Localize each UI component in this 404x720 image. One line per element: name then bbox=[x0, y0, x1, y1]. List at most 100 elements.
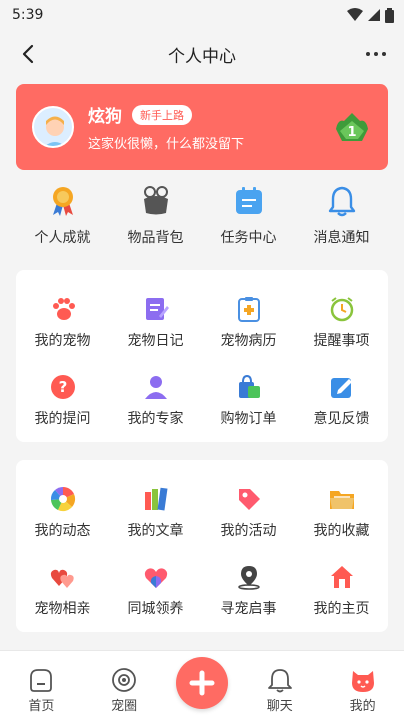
aperture-icon bbox=[50, 486, 75, 512]
menu-label: 宠物病历 bbox=[220, 333, 277, 349]
user-avatar-icon bbox=[45, 116, 65, 146]
username: 炫狗 bbox=[88, 107, 122, 127]
question-icon: ? bbox=[50, 375, 75, 399]
medical-record-icon bbox=[237, 297, 260, 322]
menu-my-pets[interactable]: 我的宠物 bbox=[16, 284, 109, 362]
wifi-icon bbox=[347, 8, 363, 21]
tab-label: 宠圈 bbox=[111, 699, 138, 714]
tab-home[interactable]: 首页 bbox=[6, 667, 76, 714]
more-button[interactable] bbox=[362, 52, 390, 56]
tab-circle[interactable]: 宠圈 bbox=[89, 667, 159, 714]
profile-card[interactable]: 炫狗 新手上路 这家伙很懒，什么都没留下 1 bbox=[16, 84, 388, 170]
status-time: 5:39 bbox=[12, 7, 44, 23]
menu-shopping-orders[interactable]: 购物订单 bbox=[202, 362, 295, 440]
cat-tab-icon bbox=[351, 671, 374, 692]
more-dot-icon bbox=[374, 52, 378, 56]
menu-label: 我的文章 bbox=[127, 523, 184, 539]
status-icons bbox=[347, 7, 394, 23]
menu-label: 我的专家 bbox=[127, 411, 184, 427]
community-card: 我的动态 我的文章 我的活动 我的收藏 宠物相亲 同城领养 寻宠启事 我的主页 bbox=[16, 460, 388, 632]
menu-label: 同城领养 bbox=[127, 601, 184, 617]
diary-icon bbox=[145, 298, 169, 320]
status-bar: 5:39 bbox=[0, 0, 404, 30]
shopping-bag-icon bbox=[238, 374, 260, 398]
bio: 这家伙很懒，什么都没留下 bbox=[88, 137, 245, 152]
menu-label: 意见反馈 bbox=[313, 411, 370, 427]
menu-label: 购物订单 bbox=[220, 411, 277, 427]
menu-label: 寻宠启事 bbox=[220, 601, 277, 617]
location-icon bbox=[237, 566, 260, 590]
tab-chat[interactable]: 聊天 bbox=[245, 667, 315, 714]
battery-icon bbox=[385, 7, 394, 23]
menu-label: 我的主页 bbox=[313, 601, 370, 617]
bag-icon bbox=[143, 186, 168, 215]
plus-icon bbox=[189, 670, 215, 696]
menu-reminders[interactable]: 提醒事项 bbox=[295, 284, 388, 362]
svg-text:?: ? bbox=[58, 378, 67, 396]
back-arrow-icon bbox=[22, 44, 34, 64]
quick-actions: 个人成就 物品背包 任务中心 消息通知 bbox=[16, 176, 388, 256]
rank-icon[interactable]: 1 bbox=[332, 107, 372, 147]
signal-icon bbox=[368, 9, 380, 21]
expert-icon bbox=[144, 376, 167, 399]
create-post-button[interactable] bbox=[176, 657, 228, 709]
menu-feedback[interactable]: 意见反馈 bbox=[295, 362, 388, 440]
back-button[interactable] bbox=[14, 40, 42, 68]
tab-label: 聊天 bbox=[266, 699, 293, 714]
menu-label: 我的收藏 bbox=[313, 523, 370, 539]
menu-pet-medical-record[interactable]: 宠物病历 bbox=[202, 284, 295, 362]
medal-icon bbox=[52, 187, 73, 216]
menu-my-posts[interactable]: 我的动态 bbox=[16, 474, 109, 552]
chat-tab-icon bbox=[267, 669, 292, 693]
home-icon bbox=[330, 566, 353, 588]
name-row: 炫狗 新手上路 bbox=[88, 102, 332, 127]
profile-info: 炫狗 新手上路 这家伙很懒，什么都没留下 bbox=[88, 102, 332, 152]
menu-my-experts[interactable]: 我的专家 bbox=[109, 362, 202, 440]
circle-tab-icon bbox=[112, 668, 137, 692]
feedback-icon bbox=[330, 378, 352, 398]
menu-local-adoption[interactable]: 同城领养 bbox=[109, 552, 202, 630]
menu-my-articles[interactable]: 我的文章 bbox=[109, 474, 202, 552]
quick-action-achievement[interactable]: 个人成就 bbox=[20, 176, 106, 256]
hearts-icon bbox=[50, 569, 74, 588]
menu-my-homepage[interactable]: 我的主页 bbox=[295, 552, 388, 630]
menu-pet-diary[interactable]: 宠物日记 bbox=[109, 284, 202, 362]
calendar-icon bbox=[235, 187, 262, 214]
page-title: 个人中心 bbox=[168, 46, 236, 67]
menu-label: 提醒事项 bbox=[313, 333, 370, 349]
menu-my-activities[interactable]: 我的活动 bbox=[202, 474, 295, 552]
menu-label: 我的活动 bbox=[220, 523, 277, 539]
paw-icon bbox=[52, 298, 75, 320]
menu-label: 宠物相亲 bbox=[34, 601, 91, 617]
quick-action-label: 个人成就 bbox=[34, 230, 91, 246]
more-dot-icon bbox=[382, 52, 386, 56]
menu-label: 我的提问 bbox=[34, 411, 91, 427]
rank-number: 1 bbox=[347, 125, 356, 140]
nav-bar: 个人中心 bbox=[0, 30, 404, 78]
quick-action-tasks[interactable]: 任务中心 bbox=[206, 176, 292, 256]
level-badge: 新手上路 bbox=[132, 104, 192, 125]
quick-action-bag[interactable]: 物品背包 bbox=[113, 176, 199, 256]
menu-my-favorites[interactable]: 我的收藏 bbox=[295, 474, 388, 552]
heart-hands-icon bbox=[144, 568, 167, 588]
tab-label: 首页 bbox=[28, 699, 55, 714]
pet-services-card: 我的宠物 宠物日记 宠物病历 提醒事项 ? 我的提问 我的专家 购物订单 意见反… bbox=[16, 270, 388, 442]
menu-label: 我的动态 bbox=[34, 523, 91, 539]
menu-my-questions[interactable]: ? 我的提问 bbox=[16, 362, 109, 440]
menu-lost-pet-notice[interactable]: 寻宠启事 bbox=[202, 552, 295, 630]
tab-label: 我的 bbox=[349, 699, 376, 714]
menu-label: 宠物日记 bbox=[127, 333, 184, 349]
quick-action-notifications[interactable]: 消息通知 bbox=[299, 176, 385, 256]
quick-action-label: 任务中心 bbox=[220, 230, 277, 246]
home-tab-icon bbox=[30, 669, 53, 692]
menu-pet-matchmaking[interactable]: 宠物相亲 bbox=[16, 552, 109, 630]
quick-action-label: 消息通知 bbox=[313, 230, 370, 246]
avatar[interactable] bbox=[32, 106, 74, 148]
quick-action-label: 物品背包 bbox=[127, 230, 184, 246]
clock-icon bbox=[330, 297, 353, 322]
more-dot-icon bbox=[366, 52, 370, 56]
tab-mine[interactable]: 我的 bbox=[328, 667, 398, 714]
books-icon bbox=[144, 487, 167, 511]
tag-icon bbox=[238, 489, 260, 510]
bell-icon bbox=[328, 186, 355, 217]
